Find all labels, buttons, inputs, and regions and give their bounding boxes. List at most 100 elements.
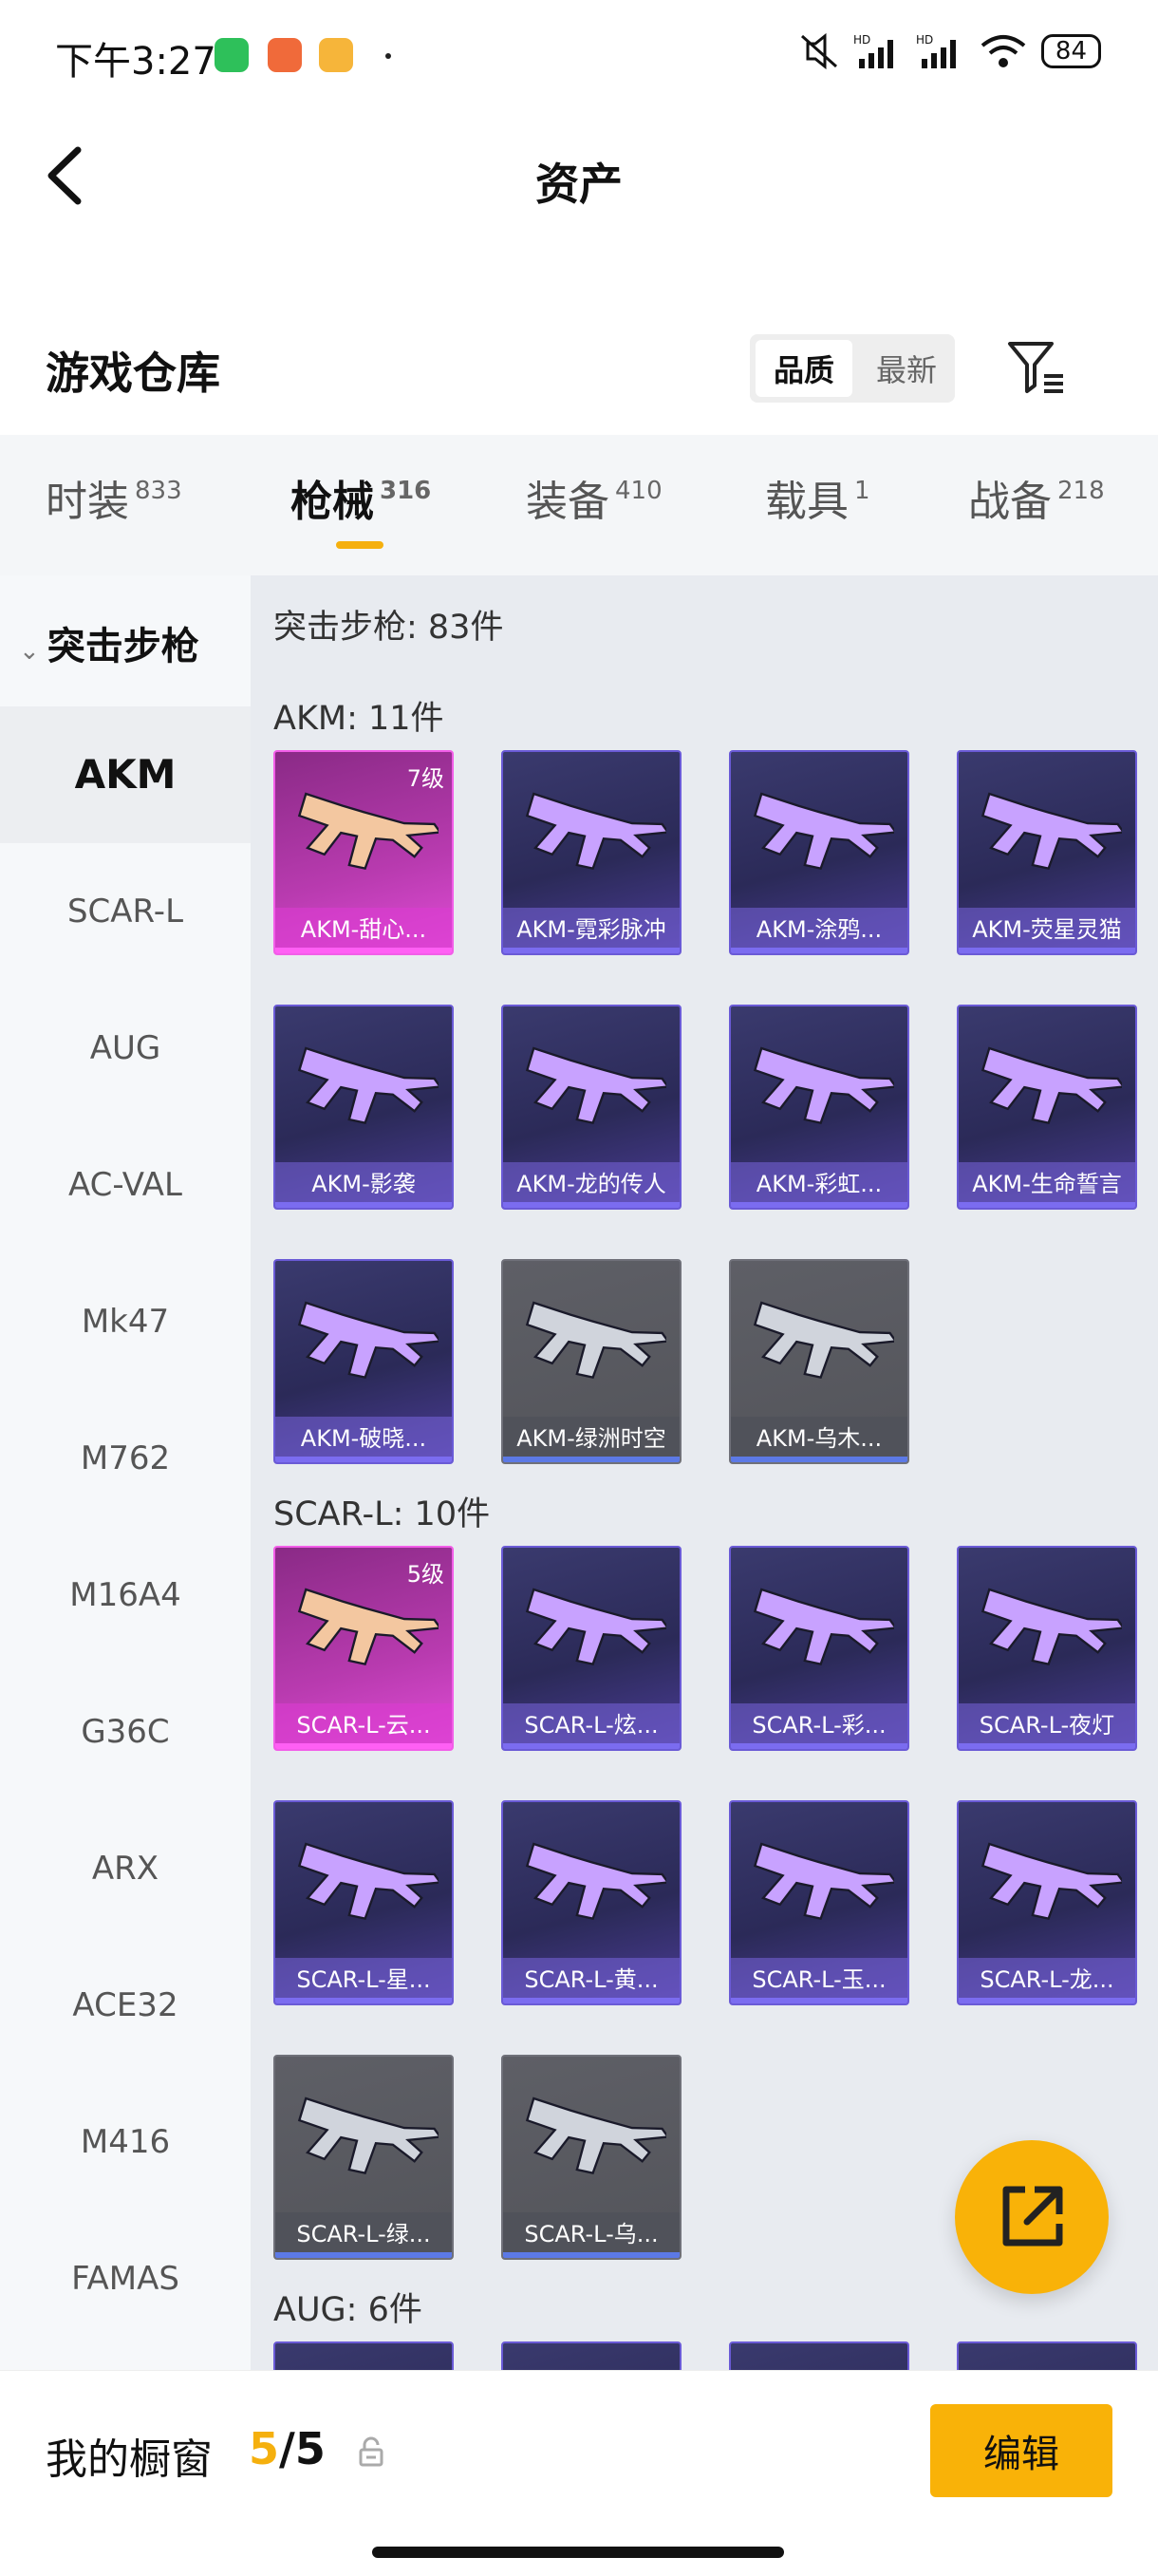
skin-name: SCAR-L-星... bbox=[275, 1958, 452, 2003]
weapon-skin-card[interactable]: SCAR-L-龙... bbox=[957, 1800, 1137, 2005]
weapon-skin-card[interactable]: 7级 AKM-甜心... bbox=[273, 750, 454, 955]
home-indicator bbox=[372, 2547, 784, 2558]
showcase-count: 5/5 bbox=[249, 2423, 326, 2474]
sidebar-item-akm[interactable]: AKM bbox=[0, 706, 251, 843]
skin-name: AKM-彩虹... bbox=[731, 1162, 907, 1208]
group-label: AUG: 6件 bbox=[273, 2291, 422, 2329]
weapon-skin-card[interactable]: SCAR-L-玉... bbox=[729, 1800, 909, 2005]
skin-name: SCAR-L-炫... bbox=[503, 1703, 680, 1749]
battery-icon: 84 bbox=[1040, 34, 1101, 68]
rifle-icon bbox=[753, 1842, 894, 1920]
skin-level-badge: 5级 bbox=[406, 1561, 444, 1588]
tab-count: 218 bbox=[1057, 477, 1105, 505]
signal-hd-icon: HD bbox=[916, 33, 956, 68]
rifle-icon bbox=[297, 1842, 439, 1920]
sidebar-item-mk47[interactable]: Mk47 bbox=[0, 1253, 251, 1390]
weapon-skin-card[interactable]: AKM-绿洲时空 bbox=[501, 1259, 682, 1464]
weapon-skin-card[interactable]: SCAR-L-乌... bbox=[501, 2055, 682, 2260]
rifle-icon bbox=[297, 1588, 439, 1665]
weapon-skin-card[interactable]: AKM-乌木... bbox=[729, 1259, 909, 1464]
skin-name: AKM-霓彩脉冲 bbox=[503, 908, 680, 953]
skin-name: SCAR-L-夜灯 bbox=[959, 1703, 1135, 1749]
skin-name: SCAR-L-乌... bbox=[503, 2212, 680, 2258]
sort-quality-button[interactable]: 品质 bbox=[756, 340, 852, 397]
weapon-skin-card[interactable]: AKM-霓彩脉冲 bbox=[501, 750, 682, 955]
tab-firearms[interactable]: 枪械 316 bbox=[290, 467, 431, 528]
showcase-label: 我的橱窗 bbox=[46, 2435, 213, 2484]
sidebar-item-ace32[interactable]: ACE32 bbox=[0, 1937, 251, 2074]
filter-icon[interactable] bbox=[1006, 338, 1067, 397]
sidebar-item-m16a4[interactable]: M16A4 bbox=[0, 1527, 251, 1664]
weapon-skin-card[interactable]: SCAR-L-炫... bbox=[501, 1546, 682, 1751]
rifle-icon bbox=[525, 1842, 666, 1920]
tab-label: 时装 bbox=[46, 478, 129, 526]
notification-dot bbox=[385, 53, 391, 59]
weapon-skin-card[interactable]: AKM-生命誓言 bbox=[957, 1005, 1137, 1210]
weapon-skin-card[interactable]: AKM-龙的传人 bbox=[501, 1005, 682, 1210]
sidebar-category-label: 突击步枪 bbox=[47, 625, 199, 668]
weapon-skin-card[interactable]: AKM-彩虹... bbox=[729, 1005, 909, 1210]
tab-fashion[interactable]: 时装 833 bbox=[46, 467, 182, 528]
weapon-skin-card[interactable]: SCAR-L-彩... bbox=[729, 1546, 909, 1751]
rifle-icon bbox=[297, 1301, 439, 1379]
weapon-skin-card[interactable]: SCAR-L-星... bbox=[273, 1800, 454, 2005]
tab-active-indicator bbox=[336, 541, 383, 549]
sidebar-item-arx[interactable]: ARX bbox=[0, 1800, 251, 1937]
weapon-skin-card[interactable] bbox=[957, 2341, 1137, 2370]
weapon-skin-card[interactable]: SCAR-L-夜灯 bbox=[957, 1546, 1137, 1751]
share-button[interactable] bbox=[955, 2140, 1109, 2294]
svg-text:HD: HD bbox=[853, 33, 870, 47]
sidebar-item-scar-l[interactable]: SCAR-L bbox=[0, 843, 251, 980]
skin-name: SCAR-L-云... bbox=[275, 1703, 452, 1749]
weapon-skin-card[interactable]: AKM-涂鸦... bbox=[729, 750, 909, 955]
weapon-skin-card[interactable] bbox=[729, 2341, 909, 2370]
skin-name: SCAR-L-绿... bbox=[275, 2212, 452, 2258]
sidebar-item-g36c[interactable]: G36C bbox=[0, 1664, 251, 1800]
status-icons: HD HD 84 bbox=[798, 32, 1101, 70]
page-title: 资产 bbox=[535, 159, 623, 210]
tab-vehicles[interactable]: 载具 1 bbox=[765, 467, 870, 528]
weapon-skin-card[interactable]: SCAR-L-黄... bbox=[501, 1800, 682, 2005]
rifle-icon bbox=[525, 792, 666, 870]
weapon-skin-card[interactable]: SCAR-L-绿... bbox=[273, 2055, 454, 2260]
status-time: 下午3:27 bbox=[55, 40, 216, 84]
rifle-icon bbox=[981, 1588, 1122, 1665]
svg-text:HD: HD bbox=[916, 33, 933, 47]
category-summary: 突击步枪: 83件 bbox=[273, 609, 504, 647]
tab-label: 战备 bbox=[968, 478, 1052, 526]
tab-supplies[interactable]: 战备 218 bbox=[968, 467, 1105, 528]
edit-button[interactable]: 编辑 bbox=[930, 2404, 1112, 2497]
app-yellow-icon bbox=[319, 38, 353, 72]
sidebar-item-m416[interactable]: M416 bbox=[0, 2074, 251, 2210]
sidebar-item-famas[interactable]: FAMAS bbox=[0, 2210, 251, 2347]
weapon-skin-card[interactable] bbox=[273, 2341, 454, 2370]
weapon-skin-card[interactable] bbox=[501, 2341, 682, 2370]
rifle-icon bbox=[981, 792, 1122, 870]
showcase-count-total: /5 bbox=[279, 2423, 326, 2474]
tab-label: 载具 bbox=[765, 478, 849, 526]
skin-name: SCAR-L-黄... bbox=[503, 1958, 680, 2003]
sidebar-item-aug[interactable]: AUG bbox=[0, 980, 251, 1117]
skin-name: AKM-乌木... bbox=[731, 1417, 907, 1462]
weapon-grid-panel: 突击步枪: 83件 AKM: 11件 7级 AKM-甜心... AKM-霓彩脉冲 AKM-… bbox=[251, 575, 1158, 2370]
rifle-icon bbox=[297, 792, 439, 870]
skin-name: AKM-绿洲时空 bbox=[503, 1417, 680, 1462]
rifle-icon bbox=[297, 1046, 439, 1124]
rifle-icon bbox=[981, 1046, 1122, 1124]
rifle-icon bbox=[297, 2097, 439, 2174]
sidebar-item-m762[interactable]: M762 bbox=[0, 1390, 251, 1527]
tab-equipment[interactable]: 装备 410 bbox=[526, 467, 663, 528]
sidebar-category[interactable]: ⌄ 突击步枪 bbox=[19, 615, 199, 670]
wechat-icon bbox=[215, 38, 249, 72]
skin-level-badge: 7级 bbox=[406, 765, 444, 792]
weapon-skin-card[interactable]: AKM-影袭 bbox=[273, 1005, 454, 1210]
weapon-skin-card[interactable]: 5级 SCAR-L-云... bbox=[273, 1546, 454, 1751]
group-label: AKM: 11件 bbox=[273, 700, 444, 738]
skin-name: AKM-涂鸦... bbox=[731, 908, 907, 953]
weapon-skin-card[interactable]: AKM-破晓... bbox=[273, 1259, 454, 1464]
skin-name: SCAR-L-龙... bbox=[959, 1958, 1135, 2003]
sidebar-item-ac-val[interactable]: AC-VAL bbox=[0, 1117, 251, 1253]
sort-newest-button[interactable]: 最新 bbox=[858, 334, 955, 403]
weapon-skin-card[interactable]: AKM-荧星灵猫 bbox=[957, 750, 1137, 955]
tab-count: 316 bbox=[380, 477, 432, 505]
